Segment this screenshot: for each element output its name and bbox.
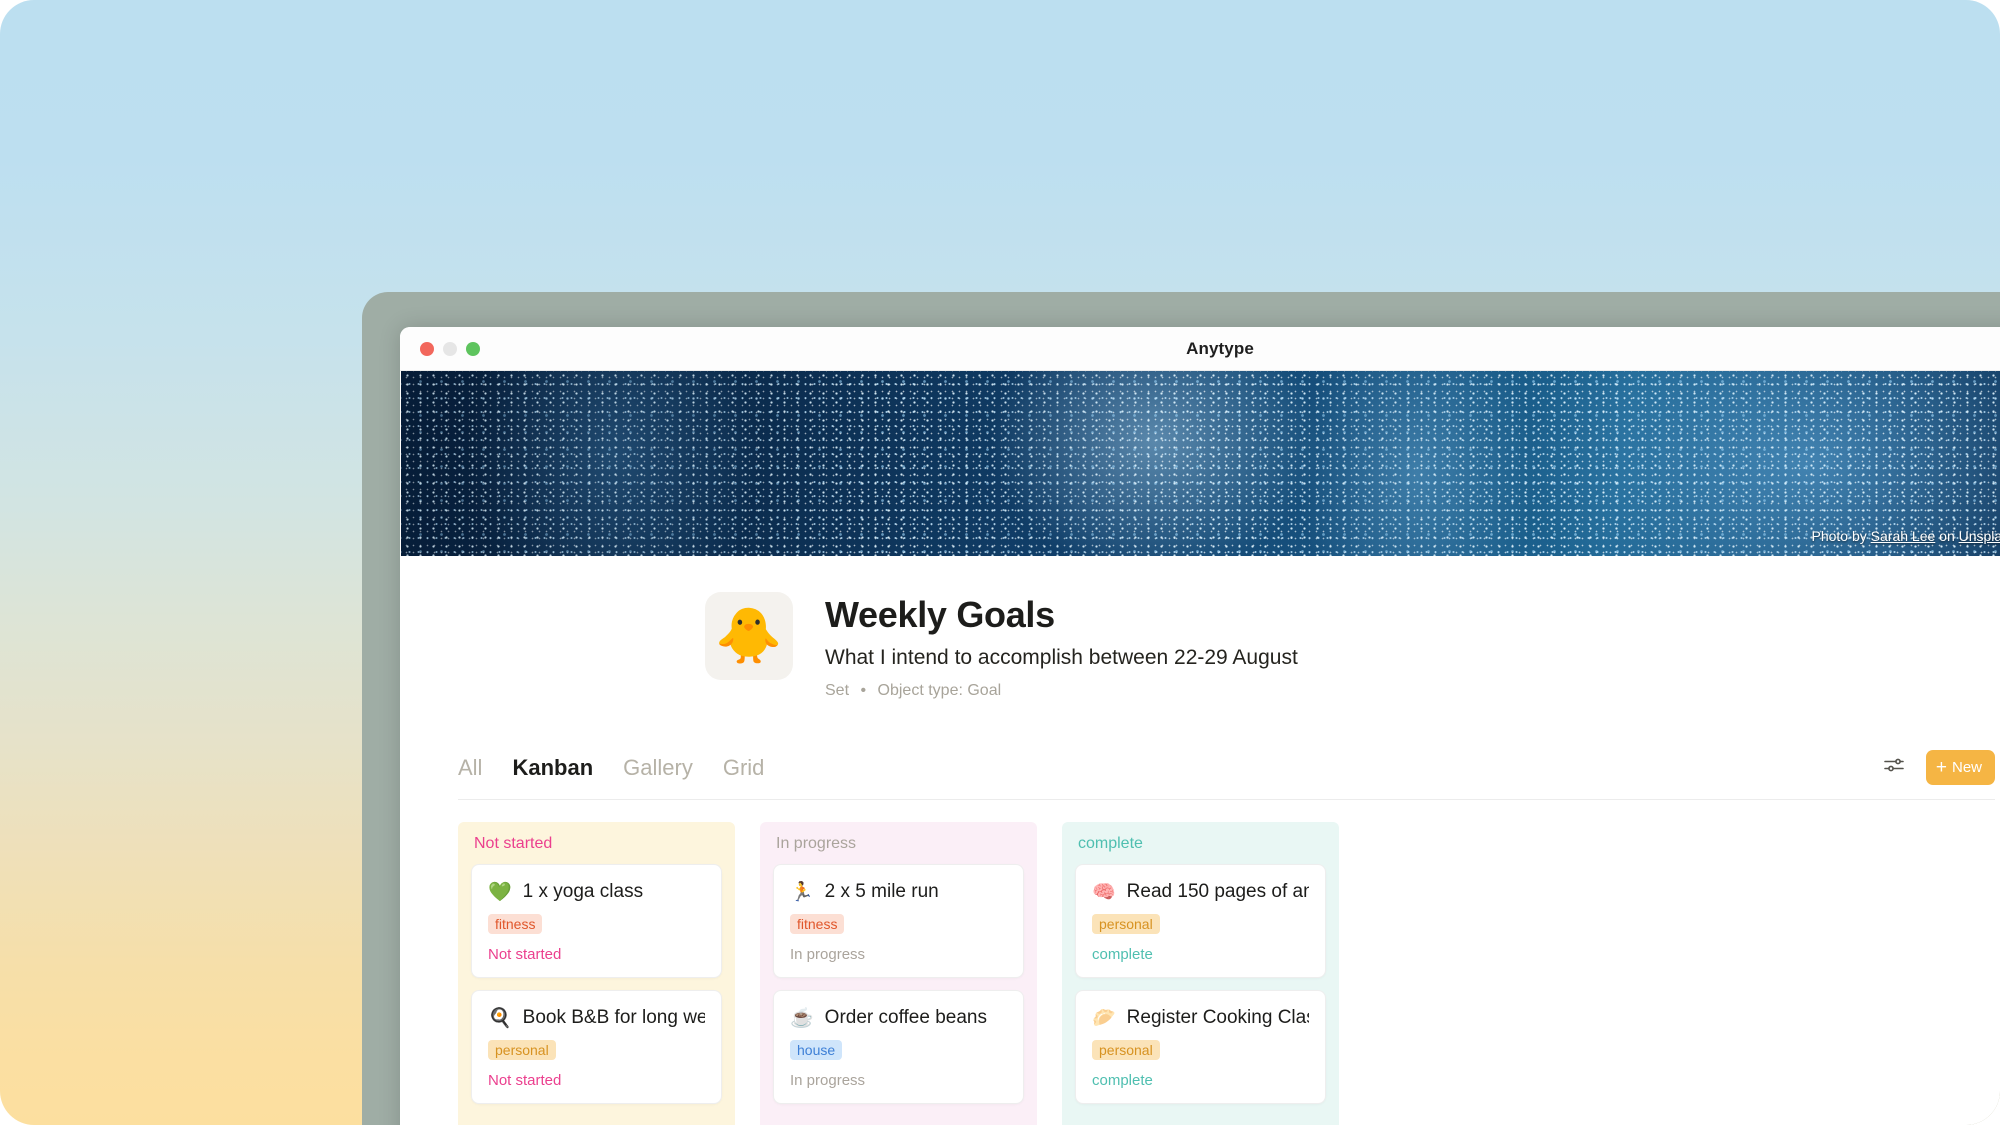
- card-tag-row: house: [790, 1029, 1007, 1060]
- kanban-card[interactable]: ☕ Order coffee beans house In progress: [773, 990, 1024, 1104]
- column-header[interactable]: In progress: [760, 822, 1037, 864]
- kanban-card[interactable]: 🧠 Read 150 pages of an... personal complete: [1075, 864, 1326, 978]
- card-tag[interactable]: personal: [488, 1040, 556, 1060]
- credit-middle: on: [1935, 528, 1959, 544]
- view-tab-grid[interactable]: Grid: [723, 755, 765, 781]
- kanban-board: Not started 💚 1 x yoga class fitness Not sta…: [458, 822, 2000, 1125]
- card-status: Not started: [488, 946, 562, 963]
- view-bar: All Kanban Gallery Grid + New: [458, 750, 1995, 800]
- view-tab-all[interactable]: All: [458, 755, 482, 781]
- view-tab-gallery[interactable]: Gallery: [623, 755, 693, 781]
- sliders-icon[interactable]: [1882, 753, 1906, 782]
- window-title: Anytype: [1186, 338, 1254, 358]
- page-header: 🐥 Weekly Goals What I intend to accompli…: [400, 556, 2000, 700]
- view-tabs: All Kanban Gallery Grid: [458, 755, 764, 781]
- card-title: Register Cooking Class: [1126, 1007, 1309, 1028]
- card-tag-row: fitness: [790, 903, 1007, 934]
- column-header[interactable]: Not started: [458, 822, 735, 864]
- card-status: In progress: [790, 946, 866, 963]
- card-tag-row: fitness: [488, 903, 705, 934]
- card-title-row: 🥟 Register Cooking Class: [1092, 1007, 1309, 1029]
- kanban-card[interactable]: 💚 1 x yoga class fitness Not started: [471, 864, 722, 978]
- credit-source-link[interactable]: Unsplash: [1959, 528, 2000, 544]
- card-emoji-icon: 🧠: [1092, 881, 1116, 903]
- card-tag-row: personal: [1092, 1029, 1309, 1060]
- card-tag[interactable]: fitness: [488, 914, 543, 934]
- card-title: Read 150 pages of an...: [1126, 881, 1309, 902]
- cover-image: Photo by Sarah Lee on Unsplash: [401, 371, 2000, 556]
- kanban-card[interactable]: 🍳 Book B&B for long we... personal Not star…: [471, 990, 722, 1104]
- card-status: complete: [1092, 946, 1153, 963]
- page-emoji-icon[interactable]: 🐥: [705, 592, 793, 680]
- screenshot-stage: Anytype Photo by Sarah Lee on Unsplash 🐥…: [0, 0, 2000, 1125]
- card-title-row: 🧠 Read 150 pages of an...: [1092, 881, 1309, 903]
- card-title-row: ☕ Order coffee beans: [790, 1007, 1007, 1029]
- page-meta-separator: •: [860, 682, 867, 699]
- card-tag[interactable]: fitness: [790, 914, 845, 934]
- card-tag[interactable]: personal: [1092, 914, 1160, 934]
- card-status: complete: [1092, 1072, 1153, 1089]
- column-body: 💚 1 x yoga class fitness Not started 🍳 Book B…: [458, 864, 735, 1125]
- kanban-card[interactable]: 🏃 2 x 5 mile run fitness In progress: [773, 864, 1024, 978]
- card-tag-row: personal: [488, 1029, 705, 1060]
- card-emoji-icon: ☕: [790, 1007, 814, 1029]
- card-title: 1 x yoga class: [522, 881, 644, 902]
- window-titlebar: Anytype: [400, 327, 2000, 371]
- view-actions: + New: [1882, 750, 1995, 785]
- card-tag-row: personal: [1092, 903, 1309, 934]
- plus-icon: +: [1935, 757, 1947, 778]
- bubble-streaks: [401, 371, 2000, 556]
- card-emoji-icon: 💚: [488, 881, 512, 903]
- card-title-row: 💚 1 x yoga class: [488, 881, 705, 903]
- page-meta-objecttype: Object type: Goal: [877, 682, 1002, 699]
- card-emoji-icon: 🏃: [790, 881, 814, 903]
- kanban-card[interactable]: 🥟 Register Cooking Class personal complete: [1075, 990, 1326, 1104]
- credit-author-link[interactable]: Sarah Lee: [1871, 528, 1936, 544]
- cover-credit: Photo by Sarah Lee on Unsplash: [1812, 528, 2000, 544]
- new-button-label: New: [1951, 759, 1982, 776]
- page-header-text: Weekly Goals What I intend to accomplish…: [825, 590, 1298, 700]
- card-title-row: 🍳 Book B&B for long we...: [488, 1007, 705, 1029]
- kanban-column: complete 🧠 Read 150 pages of an... personal…: [1062, 822, 1339, 1125]
- card-title: Order coffee beans: [824, 1007, 987, 1028]
- card-tag[interactable]: personal: [1092, 1040, 1160, 1060]
- card-emoji-icon: 🍳: [488, 1007, 512, 1029]
- anytype-app-window: Anytype Photo by Sarah Lee on Unsplash 🐥…: [400, 327, 2000, 1125]
- new-button[interactable]: + New: [1925, 750, 1995, 785]
- card-tag[interactable]: house: [790, 1040, 843, 1060]
- credit-prefix: Photo by: [1811, 528, 1871, 544]
- card-status: In progress: [790, 1072, 866, 1089]
- page-title[interactable]: Weekly Goals: [825, 594, 1298, 636]
- card-title: 2 x 5 mile run: [824, 881, 939, 902]
- page-meta-kind: Set: [825, 682, 850, 699]
- card-title: Book B&B for long we...: [522, 1007, 705, 1028]
- column-header[interactable]: complete: [1062, 822, 1339, 864]
- card-status: Not started: [488, 1072, 562, 1089]
- page-meta: Set • Object type: Goal: [825, 682, 1298, 700]
- kanban-column: In progress 🏃 2 x 5 mile run fitness In prog…: [760, 822, 1037, 1125]
- column-body: 🧠 Read 150 pages of an... personal complete…: [1062, 864, 1339, 1125]
- card-title-row: 🏃 2 x 5 mile run: [790, 881, 1007, 903]
- view-tab-kanban[interactable]: Kanban: [512, 755, 593, 781]
- card-emoji-icon: 🥟: [1092, 1007, 1116, 1029]
- kanban-column: Not started 💚 1 x yoga class fitness Not sta…: [458, 822, 735, 1125]
- column-body: 🏃 2 x 5 mile run fitness In progress ☕ Order …: [760, 864, 1037, 1125]
- page-description[interactable]: What I intend to accomplish between 22-2…: [825, 646, 1298, 670]
